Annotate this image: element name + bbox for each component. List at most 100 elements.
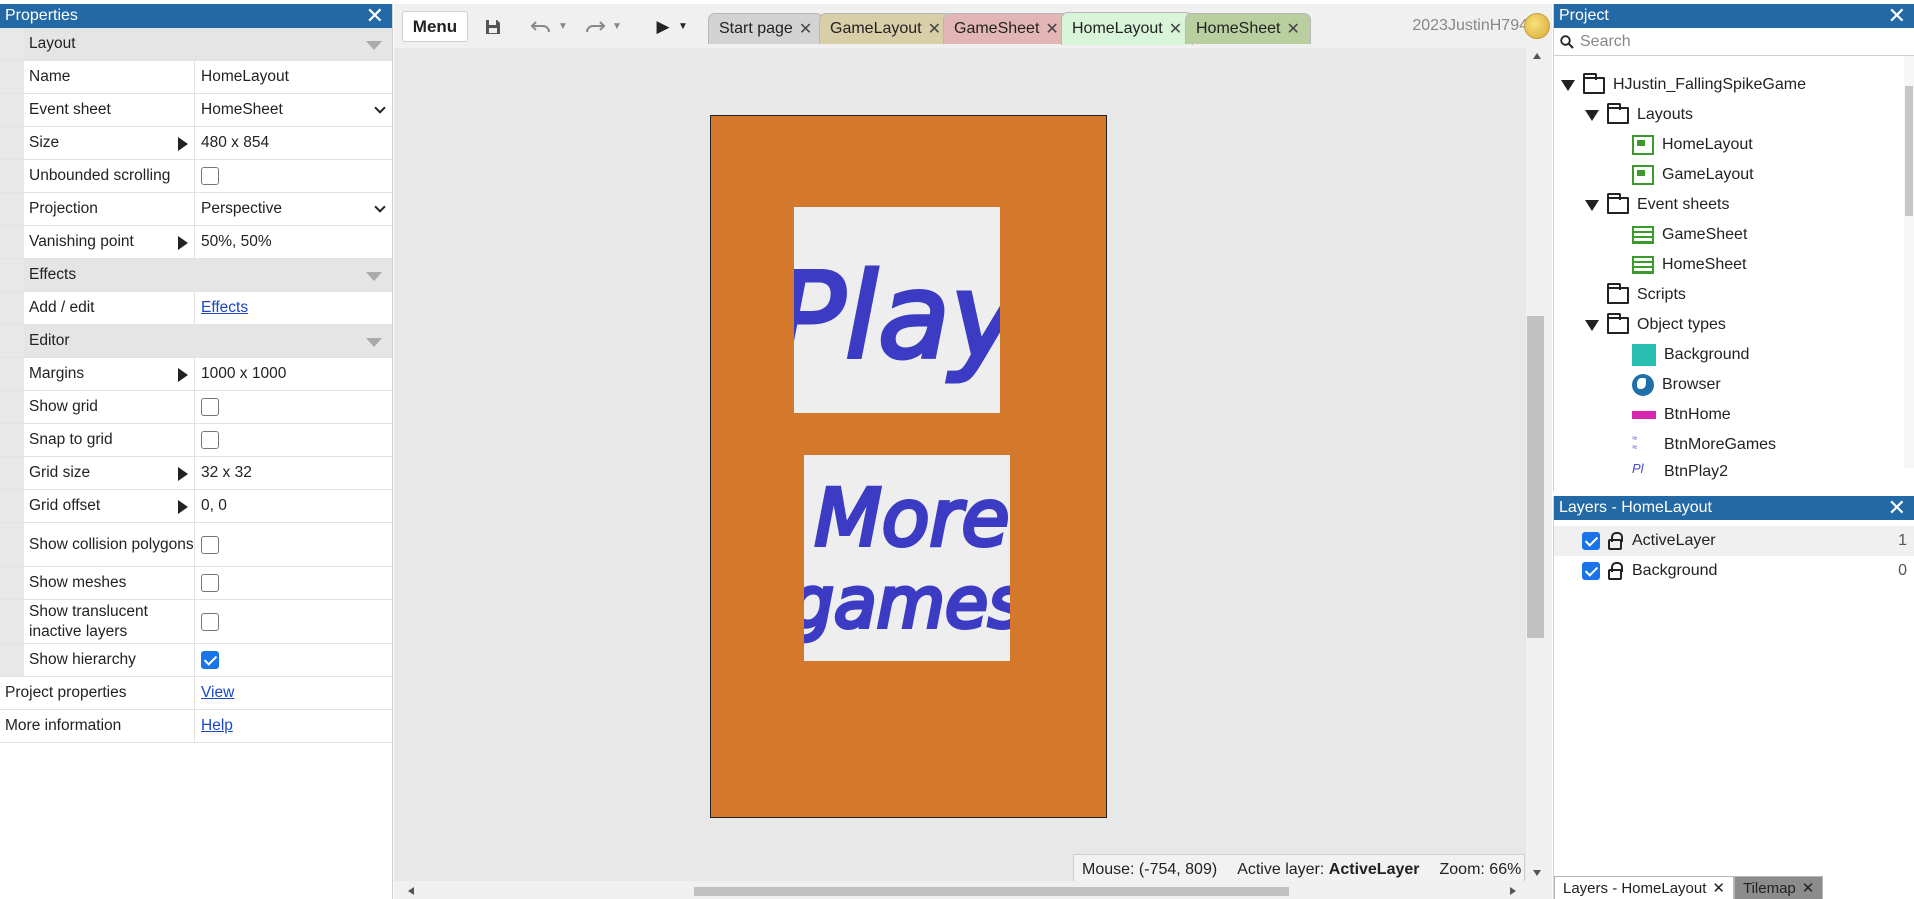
tab-homesheet[interactable]: HomeSheet ✕ [1185,13,1311,44]
tree-eventsheets-folder[interactable]: Event sheets [1585,190,1730,220]
user-name[interactable]: 2023JustinH794 [1412,17,1528,35]
tree-item-gamelayout[interactable]: GameLayout [1632,160,1754,190]
grid-offset-field[interactable]: 0, 0 [195,490,392,522]
close-icon[interactable]: ✕ [1169,19,1182,39]
collapse-icon[interactable] [366,338,382,347]
scroll-down-icon[interactable] [1533,870,1541,876]
expand-icon[interactable] [178,467,188,481]
expand-icon[interactable] [178,137,188,151]
horizontal-scrollbar[interactable] [394,881,1552,899]
help-link[interactable]: Help [201,717,233,735]
tab-start-page[interactable]: Start page ✕ [708,13,824,44]
avatar[interactable] [1524,13,1550,39]
menu-button[interactable]: Menu [402,11,468,42]
tree-item-homelayout[interactable]: HomeLayout [1632,130,1753,160]
expand-icon[interactable] [178,368,188,382]
event-sheet-select[interactable]: HomeSheet [195,94,392,126]
more-games-sprite[interactable]: More games [787,455,1027,661]
expand-icon[interactable] [1561,79,1575,91]
close-icon[interactable]: ✕ [1888,496,1906,520]
layer-row[interactable]: Background 0 [1554,556,1914,586]
search-input[interactable]: Search [1554,28,1914,56]
hierarchy-checkbox[interactable] [201,651,219,669]
prop-vanishing: Vanishing point 50%, 50% [0,226,392,259]
meshes-checkbox[interactable] [201,574,219,592]
close-icon[interactable]: ✕ [366,4,384,28]
lock-icon[interactable] [1608,561,1623,580]
name-field[interactable]: HomeLayout [195,61,392,93]
section-editor[interactable]: Editor [0,325,392,358]
scroll-up-icon[interactable] [1533,53,1541,59]
show-grid-checkbox[interactable] [201,398,219,416]
tree-scripts-folder[interactable]: Scripts [1607,280,1686,310]
section-layout[interactable]: Layout [0,28,392,61]
folder-icon [1607,282,1629,304]
margins-field[interactable]: 1000 x 1000 [195,358,392,390]
layout-area[interactable]: Play More games [710,115,1107,818]
close-icon[interactable]: ✕ [799,19,812,39]
collision-checkbox[interactable] [201,535,219,554]
collapse-icon[interactable] [366,272,382,281]
project-scrollbar[interactable] [1904,56,1914,468]
scroll-left-icon[interactable] [408,887,414,895]
tree-item-homesheet[interactable]: HomeSheet [1632,250,1747,280]
layer-visible-checkbox[interactable] [1582,532,1600,550]
layout-canvas[interactable]: Play More games Mouse: (-754, 809) Activ… [394,48,1526,886]
size-field[interactable]: 480 x 854 [195,127,392,159]
lock-icon[interactable] [1608,531,1623,550]
tree-item-gamesheet[interactable]: GameSheet [1632,220,1747,250]
expand-icon[interactable] [178,236,188,250]
close-icon[interactable]: ✕ [1712,879,1725,897]
undo-dropdown-icon[interactable]: ▼ [556,11,570,42]
undo-icon[interactable] [526,11,556,42]
unbounded-checkbox[interactable] [201,167,219,185]
folder-icon [1607,192,1629,214]
tree-layouts-folder[interactable]: Layouts [1585,100,1693,130]
close-icon[interactable]: ✕ [1045,19,1058,39]
grid-size-field[interactable]: 32 x 32 [195,457,392,489]
tree-root[interactable]: HJustin_FallingSpikeGame [1561,70,1806,100]
vertical-scrollbar[interactable] [1526,48,1552,881]
effects-link[interactable]: Effects [201,299,248,317]
redo-dropdown-icon[interactable]: ▼ [610,11,624,42]
layer-visible-checkbox[interactable] [1582,562,1600,580]
tree-item-btnmoregames[interactable]: ≈ ≈ BtnMoreGames [1632,430,1776,460]
tab-gamesheet[interactable]: GameSheet ✕ [943,13,1070,44]
play-dropdown-icon[interactable]: ▼ [676,11,690,42]
play-icon[interactable]: ▶ [650,11,676,42]
close-icon[interactable]: ✕ [1287,19,1300,39]
expand-icon[interactable] [1585,319,1599,331]
scroll-thumb[interactable] [1905,86,1913,216]
section-effects[interactable]: Effects [0,259,392,292]
search-placeholder: Search [1580,32,1631,50]
close-icon[interactable]: ✕ [1802,879,1815,897]
snap-checkbox[interactable] [201,431,219,449]
redo-icon[interactable] [580,11,610,42]
view-link[interactable]: View [201,684,234,702]
tree-item-background[interactable]: Background [1632,340,1749,370]
tree-item-btnplay2[interactable]: Pl BtnPlay2 [1632,460,1728,484]
collapse-icon[interactable] [366,41,382,50]
layer-row[interactable]: ActiveLayer 1 [1554,526,1914,556]
vanishing-field[interactable]: 50%, 50% [195,226,392,258]
play-button-sprite[interactable]: Play [772,207,1024,413]
chevron-down-icon [374,201,386,213]
projection-select[interactable]: Perspective [195,193,392,225]
translucent-checkbox[interactable] [201,612,219,631]
tree-item-browser[interactable]: Browser [1632,370,1721,400]
tab-layers[interactable]: Layers - HomeLayout ✕ [1554,876,1734,899]
tab-homelayout[interactable]: HomeLayout ✕ [1061,12,1194,45]
expand-icon[interactable] [1585,109,1599,121]
expand-icon[interactable] [1585,199,1599,211]
tab-gamelayout[interactable]: GameLayout ✕ [819,13,953,44]
tree-item-btnhome[interactable]: BtnHome [1632,400,1731,430]
scroll-thumb[interactable] [1527,316,1544,638]
scroll-right-icon[interactable] [1510,887,1516,895]
expand-icon[interactable] [178,500,188,514]
close-icon[interactable]: ✕ [928,19,941,39]
tree-objects-folder[interactable]: Object types [1585,310,1726,340]
scroll-thumb[interactable] [694,887,1289,896]
close-icon[interactable]: ✕ [1888,4,1906,28]
tab-tilemap[interactable]: Tilemap ✕ [1733,876,1824,899]
save-icon[interactable] [478,11,508,42]
